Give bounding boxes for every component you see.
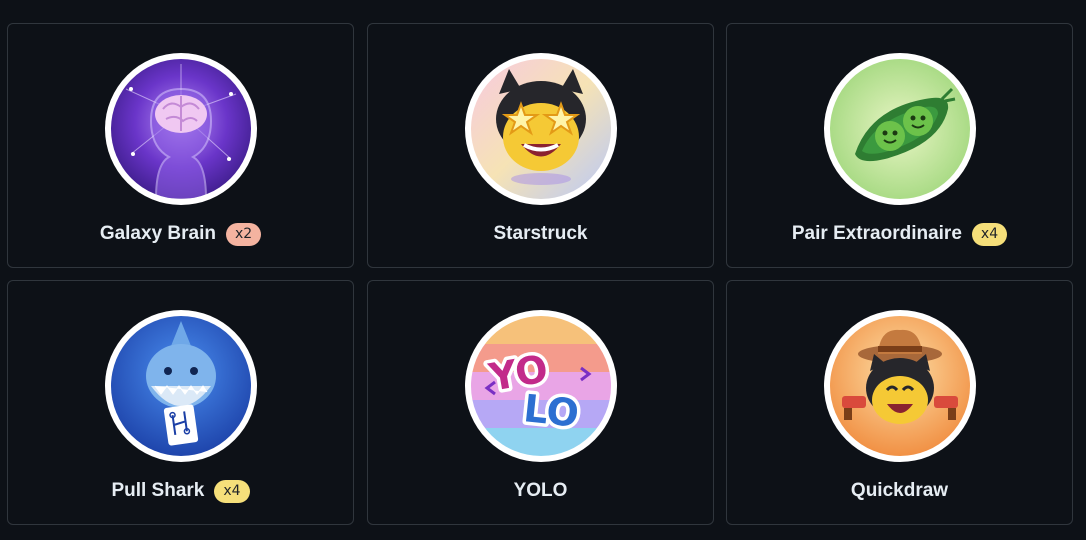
- achievement-count-badge: x2: [225, 222, 262, 246]
- achievement-card-galaxy-brain[interactable]: Galaxy Brain x2: [7, 23, 354, 268]
- achievement-label-row: Pair Extraordinaire x4: [727, 221, 1072, 247]
- achievement-name: Pull Shark: [111, 480, 205, 501]
- pull-shark-icon: [104, 310, 257, 462]
- galaxy-brain-icon: [104, 53, 257, 205]
- achievement-card-yolo[interactable]: YO LO YOLO: [367, 280, 714, 525]
- achievement-label-row: Quickdraw: [727, 478, 1072, 504]
- achievement-card-starstruck[interactable]: Starstruck: [367, 23, 714, 268]
- achievement-name: Quickdraw: [850, 480, 949, 501]
- achievement-count-badge: x4: [971, 222, 1008, 246]
- achievement-label-row: Starstruck: [368, 221, 713, 247]
- quickdraw-icon: [823, 310, 976, 462]
- achievement-label-row: Pull Shark x4: [8, 478, 353, 504]
- pair-extraordinaire-icon: [823, 53, 976, 205]
- achievement-count-badge: x4: [214, 479, 250, 503]
- svg-text:LO: LO: [521, 386, 580, 436]
- achievement-name: Pair Extraordinaire: [791, 223, 962, 244]
- achievement-card-pair-extraordinaire[interactable]: Pair Extraordinaire x4: [726, 23, 1073, 268]
- achievement-name: Starstruck: [493, 223, 588, 244]
- achievement-name: Galaxy Brain: [99, 223, 216, 244]
- achievement-card-pull-shark[interactable]: Pull Shark x4: [7, 280, 354, 525]
- achievement-label-row: YOLO: [368, 478, 713, 504]
- achievement-name: YOLO: [513, 480, 568, 501]
- yolo-icon: YO LO: [464, 310, 617, 462]
- achievements-grid: Galaxy Brain x2 Starstruck Pair Extraord…: [0, 0, 1086, 540]
- starstruck-icon: [464, 53, 617, 205]
- achievement-card-quickdraw[interactable]: Quickdraw: [726, 280, 1073, 525]
- achievement-label-row: Galaxy Brain x2: [8, 221, 353, 247]
